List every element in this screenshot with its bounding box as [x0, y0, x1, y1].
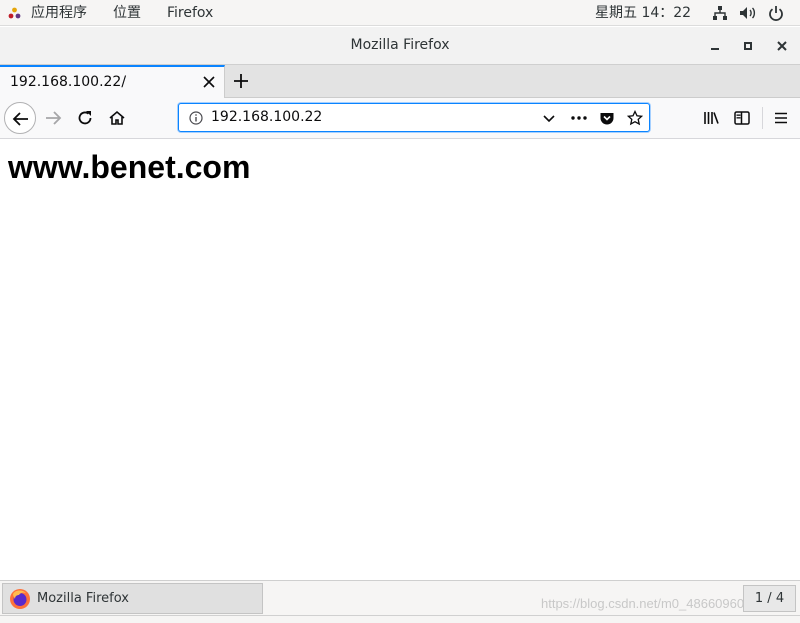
- bottom-strip: [0, 615, 800, 623]
- applications-menu[interactable]: 应用程序: [31, 4, 87, 22]
- reload-icon[interactable]: [76, 109, 94, 127]
- page-actions-icon[interactable]: [570, 110, 588, 126]
- tab-strip: 192.168.100.22/: [0, 65, 800, 98]
- new-tab-icon[interactable]: [232, 72, 250, 90]
- home-icon[interactable]: [108, 109, 126, 127]
- close-icon[interactable]: [774, 38, 790, 54]
- back-button[interactable]: [4, 102, 36, 134]
- url-input[interactable]: 192.168.100.22: [211, 109, 322, 125]
- toolbar-divider: [762, 107, 763, 129]
- power-icon[interactable]: [768, 5, 784, 21]
- active-app-menu[interactable]: Firefox: [167, 4, 213, 22]
- places-menu[interactable]: 位置: [113, 4, 141, 22]
- page-heading: www.benet.com: [8, 149, 251, 185]
- maximize-icon[interactable]: [740, 38, 756, 54]
- taskbar: Mozilla Firefox https://blog.csdn.net/m0…: [0, 580, 800, 615]
- page-content: www.benet.com: [0, 139, 800, 580]
- taskbar-window-label: Mozilla Firefox: [37, 591, 129, 606]
- navigation-toolbar: 192.168.100.22: [0, 98, 800, 139]
- chevron-down-icon[interactable]: [541, 110, 557, 126]
- workspace-pager[interactable]: 1 / 4: [743, 585, 796, 612]
- back-arrow-icon: [12, 112, 28, 126]
- tab-title: 192.168.100.22/: [10, 74, 127, 90]
- firefox-icon: [10, 589, 30, 609]
- hamburger-menu-icon[interactable]: [772, 109, 790, 127]
- url-bar[interactable]: 192.168.100.22: [178, 103, 650, 132]
- tab-active[interactable]: 192.168.100.22/: [0, 65, 225, 98]
- site-info-icon[interactable]: [188, 110, 204, 126]
- volume-icon[interactable]: [739, 5, 757, 21]
- bookmark-star-icon[interactable]: [627, 110, 643, 126]
- pocket-icon[interactable]: [599, 110, 615, 126]
- gnome-top-bar: 应用程序 位置 Firefox 星期五 14：22: [0, 0, 800, 26]
- clock[interactable]: 星期五 14：22: [595, 4, 691, 22]
- library-icon[interactable]: [702, 109, 720, 127]
- window-titlebar[interactable]: Mozilla Firefox: [0, 27, 800, 65]
- tab-close-icon[interactable]: [202, 75, 216, 89]
- network-icon[interactable]: [712, 5, 728, 21]
- watermark: https://blog.csdn.net/m0_48660960: [541, 596, 745, 611]
- window-title: Mozilla Firefox: [350, 37, 450, 53]
- forward-arrow-icon[interactable]: [44, 109, 62, 127]
- sidebar-icon[interactable]: [733, 109, 751, 127]
- taskbar-window-button[interactable]: Mozilla Firefox: [2, 583, 263, 614]
- applications-icon: [8, 7, 21, 19]
- minimize-icon[interactable]: [707, 38, 723, 54]
